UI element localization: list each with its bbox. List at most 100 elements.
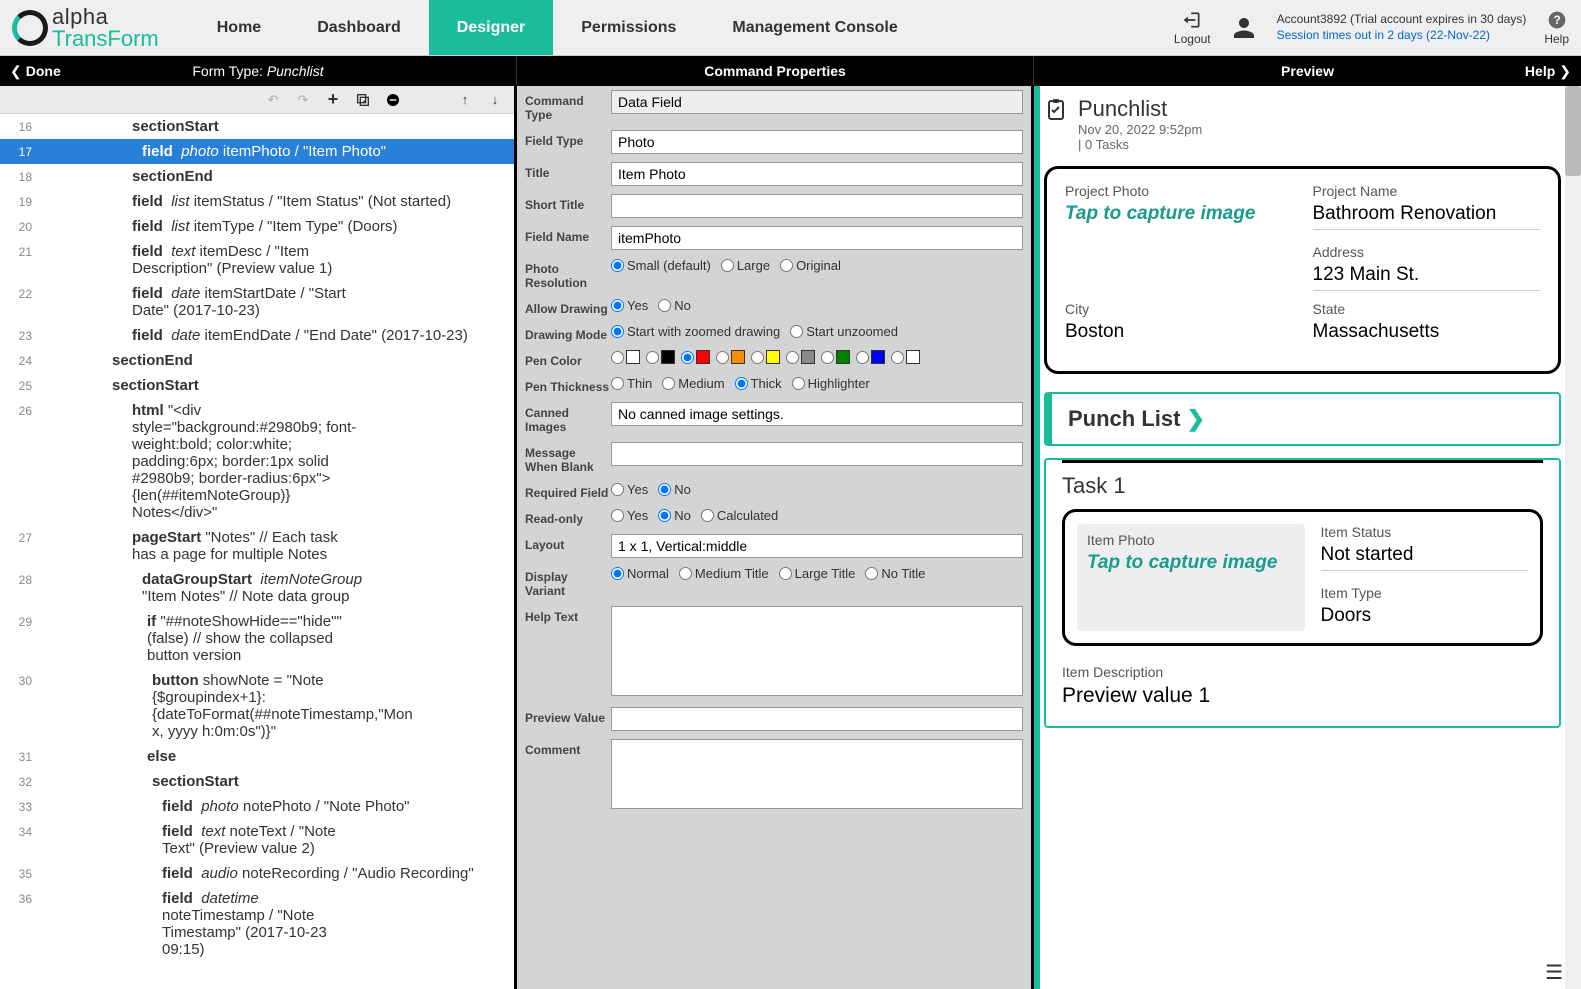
req-no[interactable]: [658, 483, 671, 496]
prop-label: Required Field: [525, 482, 611, 500]
code-line[interactable]: 25sectionStart: [0, 373, 514, 398]
color-orange[interactable]: [716, 351, 729, 364]
city-value[interactable]: Boston: [1065, 321, 1293, 347]
req-yes[interactable]: [611, 483, 624, 496]
color-blue[interactable]: [856, 351, 869, 364]
color-black[interactable]: [646, 351, 659, 364]
field-type-input[interactable]: [611, 130, 1023, 154]
project-name-value[interactable]: Bathroom Renovation: [1313, 203, 1541, 230]
move-up-button[interactable]: ↑: [456, 91, 474, 109]
pt-thin[interactable]: [611, 377, 624, 390]
preview-date: Nov 20, 2022 9:52pm: [1078, 122, 1202, 137]
preview-scrollbar[interactable]: [1565, 86, 1581, 989]
color-red[interactable]: [681, 351, 694, 364]
item-desc-value[interactable]: Preview value 1: [1062, 684, 1543, 712]
ro-calc[interactable]: [701, 509, 714, 522]
layout-input[interactable]: [611, 534, 1023, 558]
fld-label: State: [1313, 301, 1541, 317]
color-yellow[interactable]: [751, 351, 764, 364]
code-line[interactable]: 29if "##noteShowHide=="hide"" (false) //…: [0, 609, 514, 668]
nav-permissions[interactable]: Permissions: [553, 0, 704, 55]
code-line-selected[interactable]: 17field photo itemPhoto / "Item Photo": [0, 139, 514, 164]
delete-button[interactable]: [384, 91, 402, 109]
item-photo-box[interactable]: Item Photo Tap to capture image: [1077, 524, 1305, 631]
allow-draw-no[interactable]: [658, 299, 671, 312]
code-line[interactable]: 28dataGroupStart itemNoteGroup "Item Not…: [0, 567, 514, 609]
state-value[interactable]: Massachusetts: [1313, 321, 1541, 347]
code-line[interactable]: 22field date itemStartDate / "Start Date…: [0, 281, 514, 323]
menu-icon[interactable]: ☰: [1545, 960, 1563, 985]
session-line[interactable]: Session times out in 2 days (22-Nov-22): [1277, 28, 1527, 44]
res-large-radio[interactable]: [721, 259, 734, 272]
code-line[interactable]: 26html "<div style="background:#2980b9; …: [0, 398, 514, 525]
title-input[interactable]: [611, 162, 1023, 186]
color-white[interactable]: [611, 351, 624, 364]
move-down-button[interactable]: ↓: [486, 91, 504, 109]
code-line[interactable]: 18sectionEnd: [0, 164, 514, 189]
redo-button[interactable]: ↷: [294, 91, 312, 109]
main-layout: ↶ ↷ + + ↑ ↓ 16sectionStart 17field photo…: [0, 86, 1581, 989]
pt-med[interactable]: [662, 377, 675, 390]
project-photo-capture[interactable]: Tap to capture image: [1065, 203, 1293, 229]
dm-zoom-radio[interactable]: [611, 325, 624, 338]
item-type-value[interactable]: Doors: [1321, 605, 1529, 631]
code-line[interactable]: 20field list itemType / "Item Type" (Doo…: [0, 214, 514, 239]
item-photo-capture[interactable]: Tap to capture image: [1087, 552, 1295, 578]
code-line[interactable]: 33field photo notePhoto / "Note Photo": [0, 794, 514, 819]
code-line[interactable]: 19field list itemStatus / "Item Status" …: [0, 189, 514, 214]
code-line[interactable]: 23field date itemEndDate / "End Date" (2…: [0, 323, 514, 348]
preview-value-input[interactable]: [611, 707, 1023, 731]
allow-draw-yes[interactable]: [611, 299, 624, 312]
ro-yes[interactable]: [611, 509, 624, 522]
color-none[interactable]: [891, 351, 904, 364]
code-line[interactable]: 16sectionStart: [0, 114, 514, 139]
nav-designer[interactable]: Designer: [429, 0, 553, 55]
help-text-input[interactable]: [611, 606, 1023, 696]
code-line[interactable]: 35field audio noteRecording / "Audio Rec…: [0, 861, 514, 886]
duplicate-button[interactable]: +: [354, 91, 372, 109]
code-line[interactable]: 31else: [0, 744, 514, 769]
undo-button[interactable]: ↶: [264, 91, 282, 109]
dv-lg[interactable]: [779, 567, 792, 580]
code-line[interactable]: 27pageStart "Notes" // Each task has a p…: [0, 525, 514, 567]
nav-home[interactable]: Home: [189, 0, 289, 55]
res-small-radio[interactable]: [611, 259, 624, 272]
res-original-radio[interactable]: [780, 259, 793, 272]
sub-help-button[interactable]: Help ❯: [1525, 63, 1571, 80]
color-green[interactable]: [821, 351, 834, 364]
item-status-value[interactable]: Not started: [1321, 544, 1529, 571]
short-title-input[interactable]: [611, 194, 1023, 218]
field-name-input[interactable]: [611, 226, 1023, 250]
address-value[interactable]: 123 Main St.: [1313, 264, 1541, 291]
pt-thick[interactable]: [735, 377, 748, 390]
preview-form-title: Punchlist: [1078, 96, 1202, 122]
code-line[interactable]: 34field text noteText / "Note Text" (Pre…: [0, 819, 514, 861]
comment-input[interactable]: [611, 739, 1023, 809]
add-button[interactable]: +: [324, 91, 342, 109]
dv-normal[interactable]: [611, 567, 624, 580]
ro-no[interactable]: [658, 509, 671, 522]
pt-hl[interactable]: [792, 377, 805, 390]
nav-console[interactable]: Management Console: [704, 0, 925, 55]
prop-label: Message When Blank: [525, 442, 611, 474]
code-line[interactable]: 21field text itemDesc / "Item Descriptio…: [0, 239, 514, 281]
canned-input[interactable]: [611, 402, 1023, 426]
dv-med[interactable]: [679, 567, 692, 580]
dv-no[interactable]: [865, 567, 878, 580]
code-line[interactable]: 30button showNote = "Note {$groupindex+1…: [0, 668, 514, 744]
color-gray[interactable]: [786, 351, 799, 364]
prop-label: Photo Resolution: [525, 258, 611, 290]
account-line: Account3892 (Trial account expires in 30…: [1277, 12, 1527, 28]
code-line[interactable]: 36field datetime noteTimestamp / "Note T…: [0, 886, 514, 962]
nav-dashboard[interactable]: Dashboard: [289, 0, 429, 55]
done-button[interactable]: ❮ Done: [10, 63, 61, 80]
logout-button[interactable]: Logout: [1174, 10, 1211, 46]
punchlist-section-header[interactable]: Punch List ❯: [1044, 392, 1561, 446]
dm-unzoom-radio[interactable]: [790, 325, 803, 338]
logo-alpha: alpha: [52, 6, 159, 28]
code-line[interactable]: 32sectionStart: [0, 769, 514, 794]
help-button[interactable]: ? Help: [1544, 10, 1569, 46]
msg-blank-input[interactable]: [611, 442, 1023, 466]
code-line[interactable]: 24sectionEnd: [0, 348, 514, 373]
logo-transform: TransForm: [52, 28, 159, 50]
